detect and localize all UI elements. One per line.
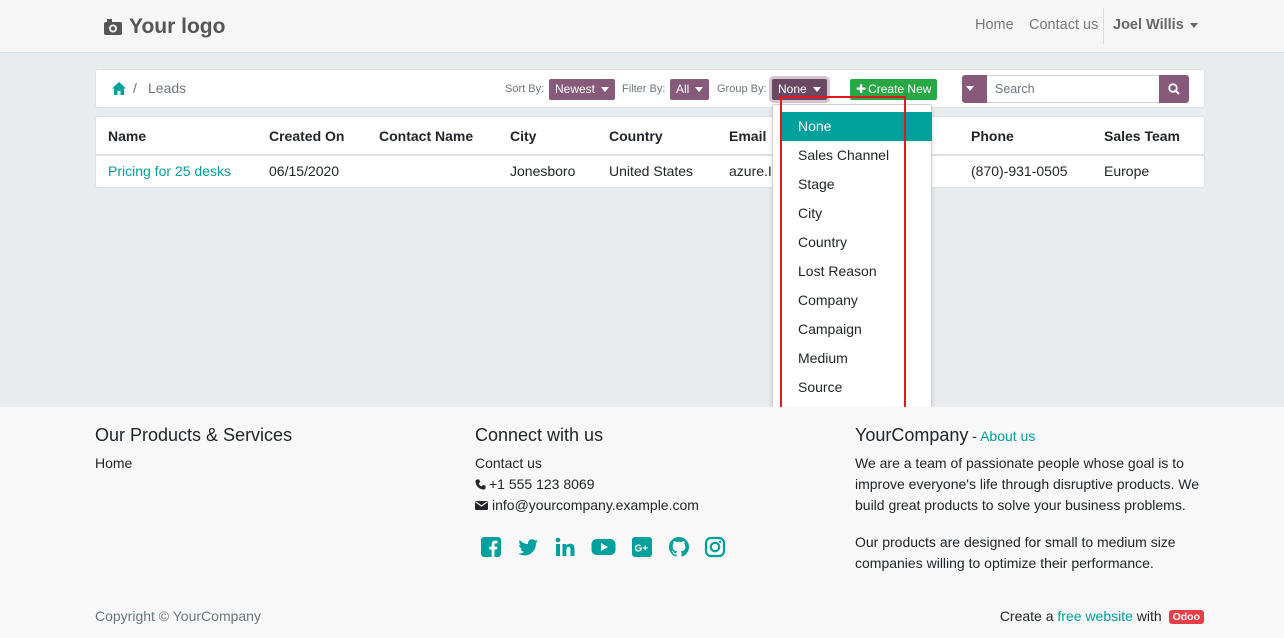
- breadcrumb-separator: /: [133, 80, 137, 96]
- github-icon[interactable]: [668, 536, 690, 558]
- cell-city: Jonesboro: [510, 163, 576, 179]
- footer-about-link[interactable]: About us: [980, 428, 1035, 444]
- user-menu[interactable]: Joel Willis: [1113, 17, 1198, 33]
- nav-divider: [1103, 8, 1104, 44]
- cell-phone: (870)-931-0505: [971, 163, 1068, 179]
- group-dropdown-button[interactable]: None: [772, 79, 827, 100]
- facebook-icon[interactable]: [480, 536, 502, 558]
- sort-label: Sort By:: [505, 83, 545, 95]
- group-option-campaign[interactable]: Campaign: [781, 315, 932, 344]
- envelope-icon: [475, 501, 488, 510]
- user-name: Joel Willis: [1113, 17, 1184, 33]
- chevron-down-icon: [966, 86, 974, 91]
- footer-company-title: YourCompany: [855, 425, 969, 445]
- filter-label: Filter By:: [622, 83, 666, 95]
- nav-home-link[interactable]: Home: [975, 17, 1014, 33]
- column-header-email[interactable]: Email: [729, 128, 766, 144]
- youtube-icon[interactable]: [591, 536, 616, 558]
- group-label: Group By:: [717, 83, 767, 95]
- group-option-stage[interactable]: Stage: [781, 170, 932, 199]
- free-website-link[interactable]: free website: [1057, 608, 1132, 624]
- linkedin-icon[interactable]: [554, 536, 576, 558]
- group-option-none[interactable]: None: [781, 112, 932, 141]
- column-header-sales-team[interactable]: Sales Team: [1104, 128, 1180, 144]
- search-options-button[interactable]: [962, 75, 987, 103]
- title-dash: -: [968, 428, 981, 444]
- column-header-contact-name[interactable]: Contact Name: [379, 128, 473, 144]
- column-header-city[interactable]: City: [510, 128, 536, 144]
- search-group: [962, 75, 1189, 103]
- column-header-created-on[interactable]: Created On: [269, 128, 344, 144]
- group-option-lost-reason[interactable]: Lost Reason: [781, 257, 932, 286]
- chevron-down-icon: [695, 87, 704, 93]
- footer-phone: +1 555 123 8069: [475, 476, 595, 492]
- footer-about-paragraph-2: Our products are designed for small to m…: [855, 534, 1176, 571]
- nav-contact-link[interactable]: Contact us: [1029, 17, 1098, 33]
- breadcrumb-current: Leads: [148, 80, 187, 96]
- camera-icon: [104, 19, 122, 35]
- powered-mid: with: [1132, 608, 1166, 624]
- footer-contact-link[interactable]: Contact us: [475, 455, 542, 471]
- group-option-company[interactable]: Company: [781, 286, 932, 315]
- sort-value: Newest: [555, 82, 596, 96]
- group-by-menu: None Sales Channel Stage City Country Lo…: [772, 104, 932, 410]
- phone-number: +1 555 123 8069: [489, 476, 595, 492]
- create-new-label: Create New: [868, 82, 932, 96]
- plus-icon: ✚: [856, 82, 867, 96]
- site-logo[interactable]: Your logo: [103, 13, 225, 41]
- column-header-country[interactable]: Country: [609, 128, 663, 144]
- column-header-phone[interactable]: Phone: [971, 128, 1014, 144]
- group-value: None: [778, 82, 807, 96]
- group-option-city[interactable]: City: [781, 199, 932, 228]
- footer-email: info@yourcompany.example.com: [475, 497, 699, 513]
- group-option-medium[interactable]: Medium: [781, 344, 932, 373]
- search-icon: [1168, 83, 1180, 95]
- chevron-down-icon: [812, 87, 821, 93]
- footer-home-link[interactable]: Home: [95, 455, 132, 471]
- chevron-down-icon: [601, 87, 610, 93]
- chevron-down-icon: [1189, 22, 1198, 28]
- sort-dropdown-button[interactable]: Newest: [549, 79, 616, 100]
- group-option-country[interactable]: Country: [781, 228, 932, 257]
- site-footer: Our Products & Services Home Connect wit…: [0, 407, 1284, 638]
- search-button[interactable]: [1159, 75, 1189, 103]
- lead-name-link[interactable]: Pricing for 25 desks: [108, 163, 231, 179]
- filter-dropdown-button[interactable]: All: [670, 79, 710, 100]
- table-header-divider: [96, 154, 1204, 156]
- google-plus-icon[interactable]: G+: [631, 536, 653, 558]
- footer-connect-title: Connect with us: [475, 425, 604, 445]
- column-header-name[interactable]: Name: [108, 128, 146, 144]
- footer-products-title: Our Products & Services: [95, 425, 293, 445]
- group-option-source[interactable]: Source: [781, 373, 932, 402]
- top-navbar: Your logo Home Contact us Joel Willis: [0, 0, 1284, 53]
- breadcrumb-bar: / Leads Sort By: Newest Filter By: All G…: [95, 69, 1205, 108]
- phone-icon: [475, 479, 486, 490]
- svg-text:G+: G+: [635, 544, 649, 555]
- footer-company-heading: YourCompany - About us: [855, 425, 1035, 446]
- instagram-icon[interactable]: [704, 536, 726, 558]
- leads-table: Name Created On Contact Name City Countr…: [95, 116, 1205, 188]
- search-input[interactable]: [987, 75, 1159, 103]
- filter-value: All: [676, 82, 690, 96]
- create-new-button[interactable]: ✚ Create New: [850, 79, 938, 100]
- cell-country: United States: [609, 163, 694, 179]
- cell-sales-team: Europe: [1104, 163, 1150, 179]
- copyright-text: Copyright © YourCompany: [95, 608, 261, 624]
- powered-prefix: Create a: [999, 608, 1058, 624]
- cell-created-on: 06/15/2020: [269, 163, 340, 179]
- footer-about-paragraph: We are a team of passionate people whose…: [855, 455, 1200, 513]
- logo-text: Your logo: [129, 15, 226, 38]
- twitter-icon[interactable]: [517, 536, 539, 558]
- email-address[interactable]: info@yourcompany.example.com: [492, 497, 699, 513]
- odoo-badge[interactable]: Odoo: [1168, 610, 1204, 624]
- group-option-sales-channel[interactable]: Sales Channel: [781, 141, 932, 170]
- home-icon[interactable]: [112, 82, 126, 95]
- powered-by: Create a free website with Odoo: [1000, 608, 1204, 624]
